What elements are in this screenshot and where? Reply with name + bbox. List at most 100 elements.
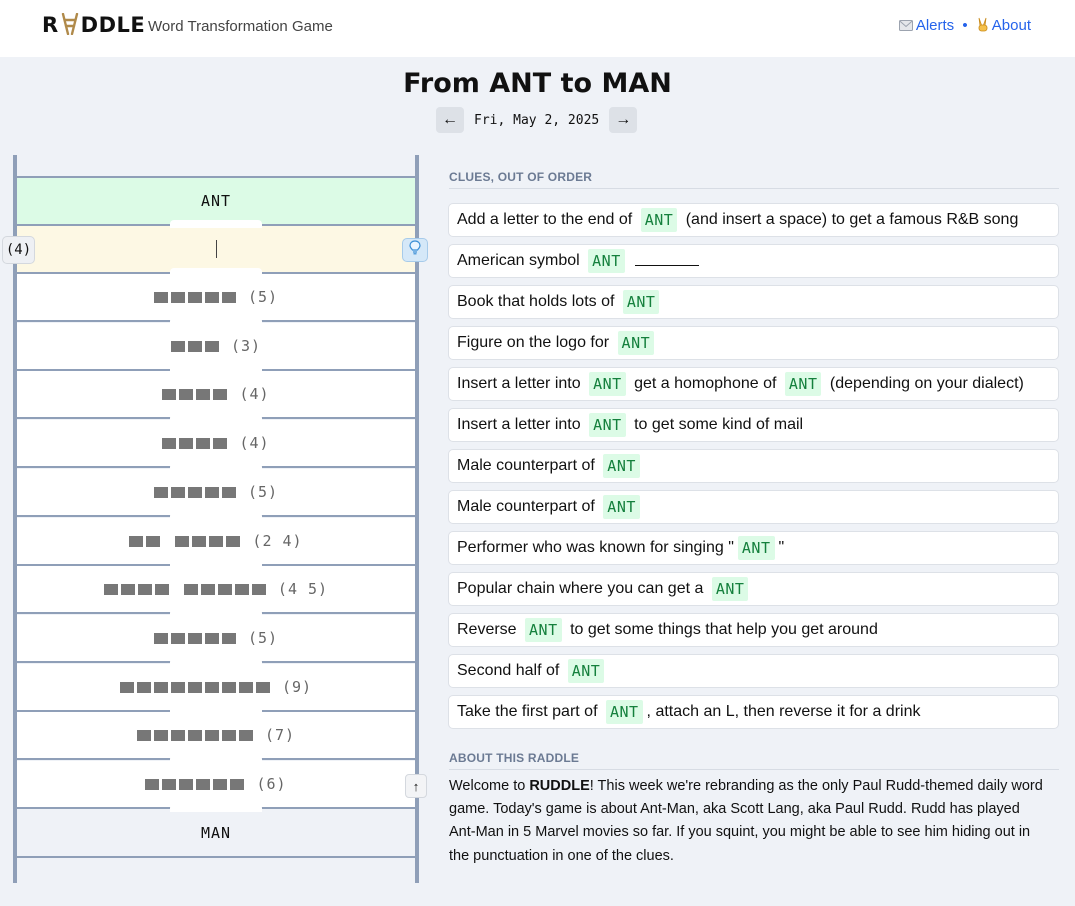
- letter-block: [183, 583, 198, 595]
- clue-text: Insert a letter into: [457, 375, 586, 392]
- letter-block: [221, 632, 236, 644]
- letter-blocks: (2 4): [129, 532, 302, 550]
- ladder-active-rung[interactable]: [17, 226, 415, 274]
- letter-block: [146, 535, 161, 547]
- clue-item[interactable]: Insert a letter into ANT to get some kin…: [448, 408, 1059, 442]
- clues-heading: CLUES, OUT OF ORDER: [449, 170, 1059, 189]
- clue-text: Second half of: [457, 662, 564, 679]
- letter-blocks: (4): [162, 434, 269, 452]
- about-text: Welcome to RUDDLE! This week we're rebra…: [449, 775, 1049, 868]
- letter-block: [179, 388, 194, 400]
- letter-block: [204, 291, 219, 303]
- about-heading: ABOUT THIS RADDLE: [449, 751, 1059, 770]
- ladder-rung[interactable]: (7): [17, 712, 415, 760]
- clue-word-tag: ANT: [784, 372, 822, 396]
- ladder-rung[interactable]: (2 4): [17, 518, 415, 566]
- rung-tab: [170, 512, 262, 520]
- hint-button[interactable]: [402, 238, 428, 262]
- letter-block: [200, 583, 215, 595]
- envelope-icon: [898, 18, 913, 31]
- letter-count: (9): [281, 678, 313, 696]
- clue-item[interactable]: Insert a letter into ANT get a homophone…: [448, 367, 1059, 401]
- clue-text: Insert a letter into: [457, 416, 586, 433]
- clue-word-tag: ANT: [605, 700, 643, 724]
- clue-item[interactable]: Popular chain where you can get a ANT: [448, 572, 1059, 606]
- clue-word-tag: ANT: [567, 659, 605, 683]
- start-word: ANT: [200, 192, 232, 210]
- ladder-rung[interactable]: (6): [17, 761, 415, 809]
- clue-item[interactable]: Add a letter to the end of ANT (and inse…: [448, 203, 1059, 237]
- letter-block: [119, 681, 134, 693]
- ladder-rung[interactable]: (9): [17, 664, 415, 712]
- letter-blocks: (9): [119, 678, 313, 696]
- letter-blocks: (5): [153, 629, 279, 647]
- clue-text: Male counterpart of: [457, 498, 600, 515]
- letter-block: [213, 388, 228, 400]
- clue-item[interactable]: Reverse ANT to get some things that help…: [448, 613, 1059, 647]
- scroll-up-button[interactable]: ↑: [405, 774, 427, 798]
- letter-blocks: (4 5): [103, 580, 328, 598]
- letter-block: [170, 486, 185, 498]
- letter-block: [145, 778, 160, 790]
- clue-word-tag: ANT: [617, 331, 655, 355]
- clue-text: Reverse: [457, 621, 522, 638]
- clue-item[interactable]: Performer who was known for singing " ANT…: [448, 531, 1059, 565]
- letter-block: [153, 291, 168, 303]
- clue-item[interactable]: Take the first part of ANT, attach an L,…: [448, 695, 1059, 729]
- ladder-rung[interactable]: (4): [17, 420, 415, 468]
- letter-block: [196, 437, 211, 449]
- clue-text: Add a letter to the end of: [457, 211, 637, 228]
- next-day-button[interactable]: →: [609, 107, 638, 133]
- ladder-rung[interactable]: (4): [17, 371, 415, 419]
- letter-block: [179, 778, 194, 790]
- alerts-link[interactable]: Alerts: [916, 17, 954, 34]
- clue-word-tag: ANT: [640, 208, 678, 232]
- letter-block: [196, 778, 211, 790]
- letter-block: [204, 681, 219, 693]
- clue-text: Male counterpart of: [457, 457, 600, 474]
- letter-count: (5): [247, 629, 279, 647]
- prev-day-button[interactable]: ←: [436, 107, 464, 133]
- ladder-rung[interactable]: (3): [17, 323, 415, 371]
- clue-item[interactable]: American symbol ANT: [448, 244, 1059, 278]
- letter-block: [204, 340, 219, 352]
- rung-tab: [170, 317, 262, 325]
- ladder-end-rung: MAN: [17, 810, 415, 858]
- letter-block: [204, 632, 219, 644]
- victory-hand-icon: [976, 17, 990, 32]
- letter-count: (5): [247, 483, 279, 501]
- letter-block: [137, 583, 152, 595]
- clue-item[interactable]: Figure on the logo for ANT: [448, 326, 1059, 360]
- ladder-rung[interactable]: (5): [17, 615, 415, 663]
- logo[interactable]: R DDLE: [42, 12, 145, 40]
- letter-block: [162, 388, 177, 400]
- ladder-rung[interactable]: (5): [17, 274, 415, 322]
- letter-count: (7): [264, 726, 296, 744]
- clue-item[interactable]: Male counterpart of ANT: [448, 490, 1059, 524]
- clue-item[interactable]: Male counterpart of ANT: [448, 449, 1059, 483]
- letter-block: [204, 486, 219, 498]
- clue-text: Performer who was known for singing ": [457, 539, 734, 556]
- clue-text: [629, 252, 633, 270]
- letter-block: [170, 291, 185, 303]
- ladder-logo-icon: [60, 12, 80, 40]
- letter-count: (6): [256, 775, 287, 793]
- letter-block: [221, 681, 236, 693]
- ladder-rung[interactable]: (4 5): [17, 566, 415, 614]
- about-brand: RUDDLE: [529, 778, 590, 794]
- letter-block: [234, 583, 249, 595]
- letter-block: [255, 681, 270, 693]
- clue-text: Book that holds lots of: [457, 293, 619, 310]
- ladder-rung[interactable]: (5): [17, 469, 415, 517]
- clue-item[interactable]: Book that holds lots of ANT: [448, 285, 1059, 319]
- clue-text: get a homophone of: [629, 375, 781, 392]
- clue-text: (depending on your dialect): [825, 375, 1024, 392]
- rung-tab: [170, 268, 262, 276]
- letter-block: [238, 729, 253, 741]
- about-link[interactable]: About: [992, 17, 1031, 34]
- rung-tab: [170, 755, 262, 763]
- rung-tab: [170, 463, 262, 471]
- clue-item[interactable]: Second half of ANT: [448, 654, 1059, 688]
- letter-block: [170, 632, 185, 644]
- letter-block: [170, 681, 185, 693]
